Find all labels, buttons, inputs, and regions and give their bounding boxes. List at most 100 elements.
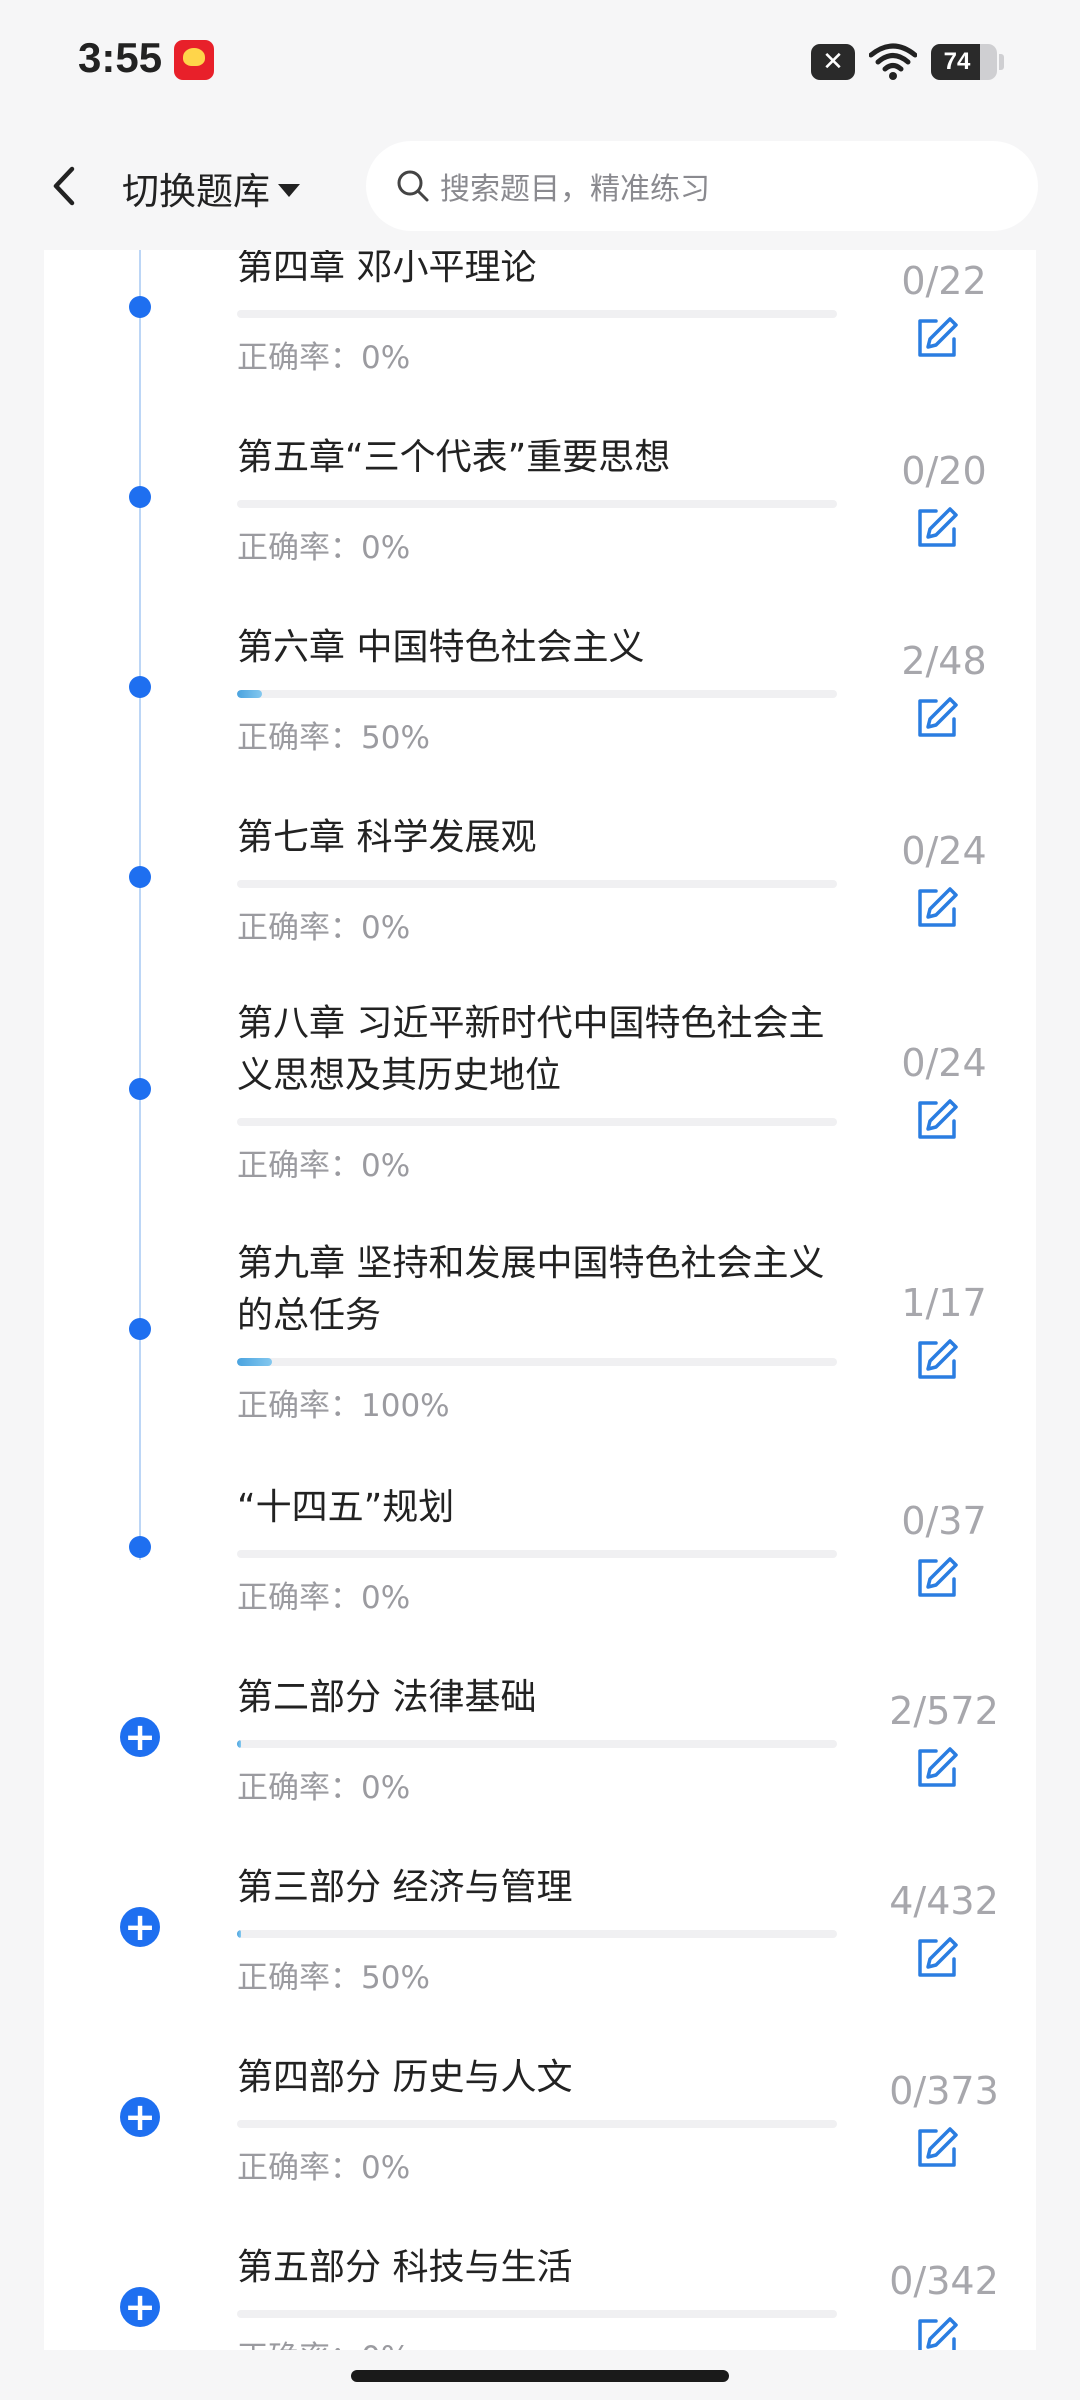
switch-question-bank-label: 切换题库 bbox=[122, 170, 270, 213]
chapter-list: 第四章 邓小平理论 正确率：0% 0/22 第五章“三个代表”重要思想 正确率：0% 0/… bbox=[44, 250, 1036, 2350]
search-icon bbox=[397, 170, 429, 202]
question-count: 0/20 bbox=[901, 449, 987, 493]
progress-bar bbox=[237, 310, 837, 318]
question-count: 2/572 bbox=[889, 1689, 999, 1733]
question-count: 0/342 bbox=[889, 2259, 999, 2303]
accuracy-value: 0% bbox=[361, 910, 411, 946]
progress-bar bbox=[237, 2120, 837, 2128]
accuracy-text: 正确率：0% bbox=[237, 2332, 410, 2350]
accuracy-text: 正确率：0% bbox=[237, 332, 410, 377]
accuracy-text: 正确率：0% bbox=[237, 1572, 410, 1617]
accuracy-label: 正确率： bbox=[237, 2340, 361, 2350]
chapter-item[interactable]: 第五章“三个代表”重要思想 正确率：0% 0/20 bbox=[44, 437, 1036, 630]
accuracy-label: 正确率： bbox=[237, 720, 361, 756]
header: 切换题库 搜索题目，精准练习 bbox=[0, 125, 1080, 250]
accuracy-label: 正确率： bbox=[237, 1960, 361, 1996]
progress-fill bbox=[237, 1358, 273, 1366]
practice-edit-icon[interactable] bbox=[914, 1337, 960, 1383]
expand-plus-icon[interactable]: + bbox=[120, 2287, 160, 2327]
practice-edit-icon[interactable] bbox=[914, 505, 960, 551]
chapter-item[interactable]: + 第二部分 法律基础正确率：0% 2/572 bbox=[44, 1677, 1036, 1870]
progress-bar bbox=[237, 1930, 837, 1938]
accuracy-text: 正确率：0% bbox=[237, 1762, 410, 1807]
practice-edit-icon[interactable] bbox=[914, 315, 960, 361]
progress-fill bbox=[237, 1740, 241, 1748]
timeline-dot-icon bbox=[129, 1536, 151, 1558]
chapter-title: 第五章“三个代表”重要思想 bbox=[237, 437, 671, 478]
question-count: 1/17 bbox=[901, 1281, 987, 1325]
accuracy-text: 正确率：0% bbox=[237, 902, 410, 947]
expand-plus-icon[interactable]: + bbox=[120, 1717, 160, 1757]
status-time: 3:55 bbox=[78, 34, 163, 81]
accuracy-value: 0% bbox=[361, 1770, 411, 1806]
accuracy-text: 正确率：100% bbox=[237, 1380, 450, 1425]
question-count: 0/373 bbox=[889, 2069, 999, 2113]
question-count: 0/22 bbox=[901, 259, 987, 303]
accuracy-text: 正确率：50% bbox=[237, 1952, 430, 1997]
accuracy-text: 正确率：50% bbox=[237, 712, 430, 757]
practice-edit-icon[interactable] bbox=[914, 2315, 960, 2350]
chapter-item[interactable]: 第九章 坚持和发展中国特色社会主义的总任务正确率：100% 1/17 bbox=[44, 1243, 1036, 1440]
accuracy-label: 正确率： bbox=[237, 2150, 361, 2186]
timeline-dot-icon bbox=[129, 866, 151, 888]
accuracy-value: 0% bbox=[361, 1580, 411, 1616]
search-input[interactable]: 搜索题目，精准练习 bbox=[366, 141, 1038, 231]
chapter-item[interactable]: “十四五”规划正确率：0% 0/37 bbox=[44, 1487, 1036, 1680]
practice-edit-icon[interactable] bbox=[914, 885, 960, 931]
accuracy-text: 正确率：0% bbox=[237, 1140, 410, 1185]
switch-question-bank-button[interactable]: 切换题库 bbox=[122, 161, 300, 215]
battery-tip bbox=[999, 54, 1004, 70]
accuracy-label: 正确率： bbox=[237, 530, 361, 566]
chapter-item[interactable]: + 第五部分 科技与生活正确率：0% 0/342 bbox=[44, 2247, 1036, 2350]
accuracy-label: 正确率： bbox=[237, 910, 361, 946]
progress-bar bbox=[237, 2310, 837, 2318]
chapter-item[interactable]: 第八章 习近平新时代中国特色社会主义思想及其历史地位 正确率：0% 0/24 bbox=[44, 1003, 1036, 1200]
progress-bar bbox=[237, 1740, 837, 1748]
practice-edit-icon[interactable] bbox=[914, 695, 960, 741]
progress-fill bbox=[237, 1930, 241, 1938]
progress-bar bbox=[237, 690, 837, 698]
chevron-left-icon bbox=[53, 166, 75, 206]
chapter-title: 第五部分 科技与生活 bbox=[237, 2247, 573, 2288]
chapter-item[interactable]: 第七章 科学发展观正确率：0% 0/24 bbox=[44, 817, 1036, 1010]
chapter-title: 第七章 科学发展观 bbox=[237, 817, 537, 858]
search-placeholder: 搜索题目，精准练习 bbox=[440, 172, 710, 207]
question-count: 0/24 bbox=[901, 829, 987, 873]
status-icons: ✕ 74 bbox=[811, 40, 1004, 84]
chapter-item[interactable]: + 第三部分 经济与管理 正确率：50% 4/432 bbox=[44, 1867, 1036, 2060]
progress-bar bbox=[237, 880, 837, 888]
home-indicator[interactable] bbox=[351, 2370, 729, 2382]
accuracy-label: 正确率： bbox=[237, 1148, 361, 1184]
chapter-item[interactable]: + 第四部分 历史与人文 正确率：0% 0/373 bbox=[44, 2057, 1036, 2250]
accuracy-value: 0% bbox=[361, 2150, 411, 2186]
practice-edit-icon[interactable] bbox=[914, 1935, 960, 1981]
wifi-icon bbox=[869, 43, 917, 81]
practice-edit-icon[interactable] bbox=[914, 1745, 960, 1791]
progress-fill bbox=[237, 690, 263, 698]
accuracy-value: 0% bbox=[361, 340, 411, 376]
practice-edit-icon[interactable] bbox=[914, 1555, 960, 1601]
chapter-title: 第二部分 法律基础 bbox=[237, 1677, 537, 1718]
accuracy-text: 正确率：0% bbox=[237, 2142, 410, 2187]
chapter-title: “十四五”规划 bbox=[237, 1487, 455, 1528]
chapter-item[interactable]: 第六章 中国特色社会主义 正确率：50% 2/48 bbox=[44, 627, 1036, 820]
chapter-title: 第九章 坚持和发展中国特色社会主义的总任务 bbox=[237, 1243, 825, 1336]
timeline-dot-icon bbox=[129, 1318, 151, 1340]
timeline-dot-icon bbox=[129, 1078, 151, 1100]
caret-down-icon bbox=[278, 183, 300, 197]
practice-edit-icon[interactable] bbox=[914, 1097, 960, 1143]
chapter-title: 第三部分 经济与管理 bbox=[237, 1867, 573, 1908]
expand-plus-icon[interactable]: + bbox=[120, 2097, 160, 2137]
accuracy-label: 正确率： bbox=[237, 1770, 361, 1806]
progress-bar bbox=[237, 1118, 837, 1126]
question-count: 0/37 bbox=[901, 1499, 987, 1543]
close-box-icon: ✕ bbox=[811, 44, 855, 80]
chapter-title: 第六章 中国特色社会主义 bbox=[237, 627, 645, 668]
app-notification-icon bbox=[174, 40, 214, 80]
back-button[interactable] bbox=[46, 161, 86, 211]
progress-bar bbox=[237, 1358, 837, 1366]
accuracy-value: 100% bbox=[361, 1388, 450, 1424]
chapter-item[interactable]: 第四章 邓小平理论 正确率：0% 0/22 bbox=[44, 250, 1036, 440]
expand-plus-icon[interactable]: + bbox=[120, 1907, 160, 1947]
practice-edit-icon[interactable] bbox=[914, 2125, 960, 2171]
